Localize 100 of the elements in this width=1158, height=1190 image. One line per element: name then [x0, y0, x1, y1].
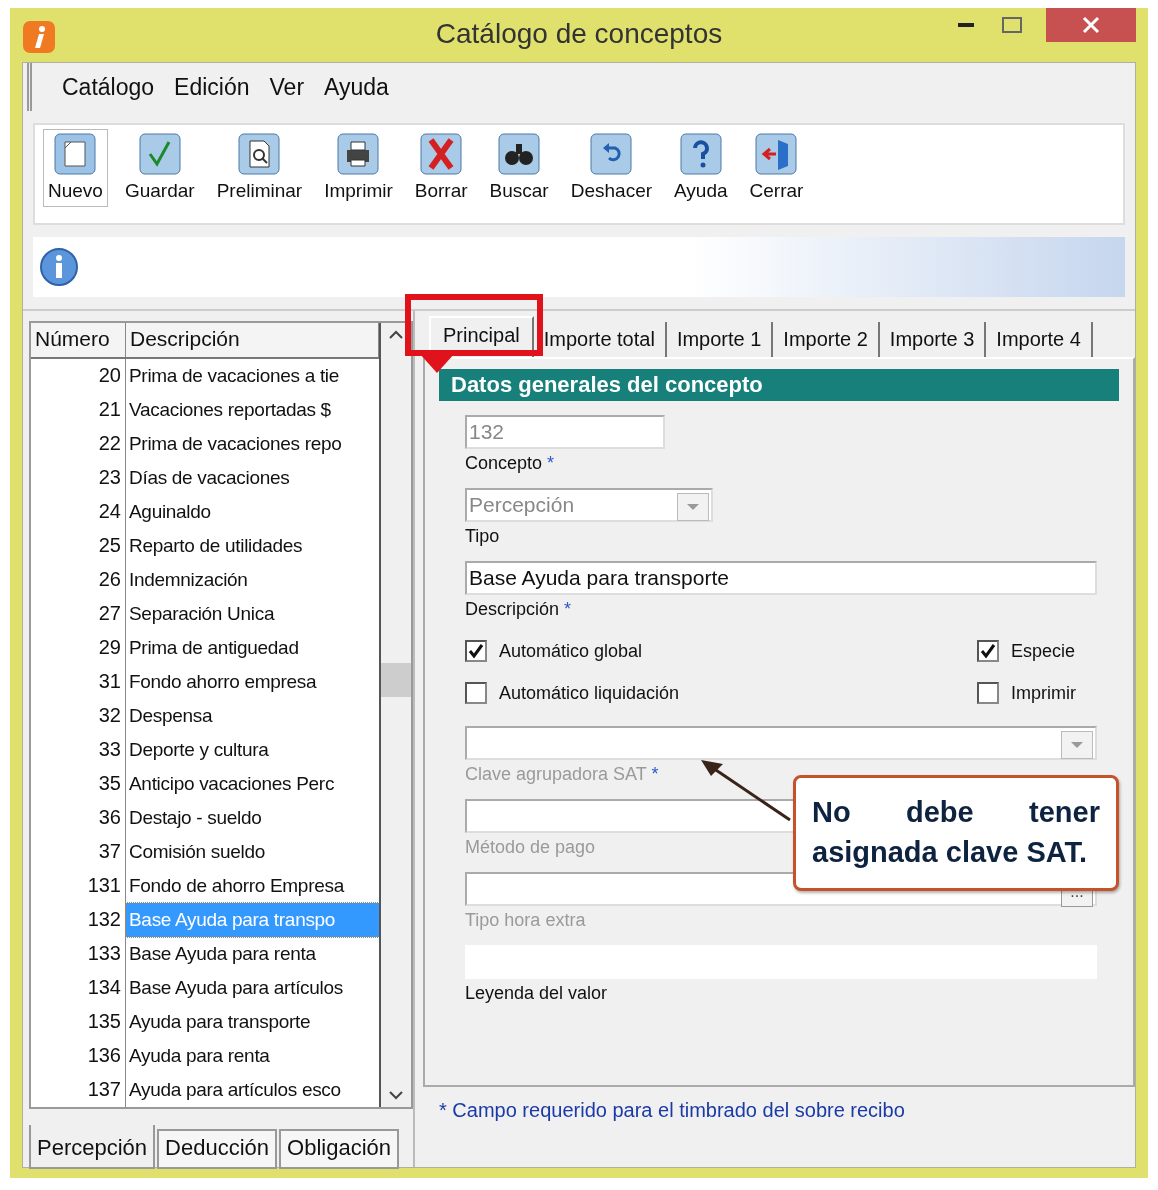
scrollbar[interactable] — [381, 323, 411, 1107]
table-cell: 133 — [31, 937, 126, 971]
field-value: 132 — [469, 420, 506, 444]
checkbox[interactable] — [465, 640, 487, 662]
table-cell: 134 — [31, 971, 126, 1005]
app-logo — [22, 20, 56, 54]
menu-item[interactable]: Catálogo — [62, 73, 155, 101]
toolbar-button[interactable]: Cerrar — [744, 129, 809, 207]
dropdown-button[interactable] — [1061, 730, 1093, 759]
table-cell: 136 — [31, 1039, 126, 1073]
list-item[interactable]: Despensa — [126, 699, 379, 733]
maximize-icon — [1002, 17, 1022, 33]
column-header[interactable]: Descripción — [126, 323, 379, 357]
tab[interactable]: Importe total — [533, 322, 667, 357]
caret-icon — [686, 502, 700, 511]
scroll-thumb[interactable] — [381, 663, 411, 697]
toolbar-button[interactable]: Imprimir — [319, 129, 398, 207]
help-icon — [678, 132, 723, 176]
field-value: Base Ayuda para transporte — [469, 566, 730, 590]
field-label: Método de pago — [465, 837, 596, 858]
table-cell: 137 — [31, 1073, 126, 1107]
list-item[interactable]: Prima de vacaciones a tie — [126, 359, 379, 393]
input-field[interactable]: Base Ayuda para transporte — [465, 561, 1097, 595]
field-value: Percepción — [469, 493, 576, 517]
info-icon — [39, 247, 79, 287]
dropdown-field[interactable] — [465, 726, 1097, 760]
list-item[interactable]: Separación Unica — [126, 597, 379, 631]
table-cell: 25 — [31, 529, 126, 563]
field-label: Clave agrupadora SAT * — [465, 764, 659, 785]
list-item[interactable]: Destajo - sueldo — [126, 801, 379, 835]
list-item[interactable]: Días de vacaciones — [126, 461, 379, 495]
checkbox[interactable] — [977, 682, 999, 704]
input-field[interactable]: 132 — [465, 415, 665, 449]
binoculars-icon — [497, 132, 542, 176]
table-cell: 32 — [31, 699, 126, 733]
checkbox-label[interactable]: Automático liquidación — [465, 682, 977, 704]
menu-item[interactable]: Edición — [174, 73, 250, 101]
scroll-up-icon[interactable] — [388, 329, 404, 339]
list-item[interactable]: Aguinaldo — [126, 495, 379, 529]
list-item[interactable]: Base Ayuda para renta — [126, 937, 379, 971]
list-item[interactable]: Ayuda para artículos esco — [126, 1073, 379, 1107]
table-cell: 131 — [31, 869, 126, 903]
list-item[interactable]: Fondo de ahorro Empresa — [126, 869, 379, 903]
toolbar-button[interactable]: Borrar — [409, 129, 473, 207]
field-label: Descripción * — [465, 599, 572, 620]
checkbox-label[interactable]: Automático global — [465, 640, 977, 662]
scroll-down-icon[interactable] — [388, 1091, 404, 1101]
checkbox-text: Imprimir — [1011, 682, 1076, 704]
list-item[interactable]: Vacaciones reportadas $ — [126, 393, 379, 427]
list-item[interactable]: Anticipo vacaciones Perc — [126, 767, 379, 801]
tab[interactable]: Importe 4 — [986, 322, 1093, 357]
table-cell: 21 — [31, 393, 126, 427]
list-item[interactable]: Base Ayuda para artículos — [126, 971, 379, 1005]
close-button[interactable] — [1046, 8, 1136, 42]
tab[interactable]: Obligación — [279, 1129, 399, 1169]
table-cell: 37 — [31, 835, 126, 869]
list-item[interactable]: Ayuda para transporte — [126, 1005, 379, 1039]
preview-icon — [237, 132, 282, 176]
list-item[interactable]: Comisión sueldo — [126, 835, 379, 869]
toolbar-button[interactable]: Nuevo — [43, 129, 108, 207]
checkbox[interactable] — [465, 682, 487, 704]
field-label: Leyenda del valor — [465, 983, 608, 1004]
new-document-icon — [53, 132, 98, 176]
list-item[interactable]: Fondo ahorro empresa — [126, 665, 379, 699]
toolbar-button[interactable]: Buscar — [484, 129, 554, 207]
table-cell: 135 — [31, 1005, 126, 1039]
list-item[interactable]: Deporte y cultura — [126, 733, 379, 767]
toolbar-button[interactable]: Ayuda — [669, 129, 733, 207]
list-item[interactable]: Prima de antiguedad — [126, 631, 379, 665]
column-header[interactable]: Número — [31, 323, 126, 357]
list-item[interactable]: Prima de vacaciones repo — [126, 427, 379, 461]
table-cell: 29 — [31, 631, 126, 665]
dropdown-field[interactable]: Percepción — [465, 488, 713, 522]
menu-item[interactable]: Ver — [269, 73, 305, 101]
list-item[interactable]: Reparto de utilidades — [126, 529, 379, 563]
close-icon — [1082, 16, 1100, 34]
table-cell: 27 — [31, 597, 126, 631]
tab[interactable]: Importe 1 — [666, 322, 774, 357]
toolbar-button[interactable]: Guardar — [119, 129, 200, 207]
checkbox[interactable] — [977, 640, 999, 662]
table-cell: 31 — [31, 665, 126, 699]
field-label: Tipo — [465, 526, 500, 547]
list-item[interactable]: Ayuda para renta — [126, 1039, 379, 1073]
checkbox-label[interactable]: Especie — [977, 640, 1097, 662]
delete-icon — [419, 132, 464, 176]
minimize-icon — [958, 23, 974, 27]
list-item[interactable]: Indemnización — [126, 563, 379, 597]
tab[interactable]: Importe 3 — [879, 322, 987, 357]
tab[interactable]: Percepción — [29, 1125, 156, 1169]
checkbox-label[interactable]: Imprimir — [977, 682, 1097, 704]
toolbar-button[interactable]: Preliminar — [211, 129, 308, 207]
tab[interactable]: Importe 2 — [773, 322, 880, 357]
section-header: Datos generales del concepto — [439, 369, 1119, 401]
tab[interactable]: Deducción — [157, 1129, 278, 1169]
table-cell: 26 — [31, 563, 126, 597]
dropdown-button[interactable] — [677, 492, 709, 521]
menu-item[interactable]: Ayuda — [324, 73, 389, 101]
printer-icon — [336, 132, 381, 176]
toolbar-button[interactable]: Deshacer — [565, 129, 658, 207]
field-label: Tipo hora extra — [465, 910, 586, 931]
